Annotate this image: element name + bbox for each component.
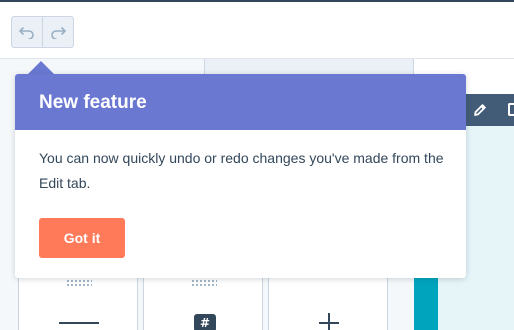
undo-icon [19, 27, 35, 39]
undo-redo-group [11, 16, 74, 48]
drag-handle-icon[interactable] [191, 279, 217, 287]
redo-button[interactable] [42, 17, 73, 47]
popover-title: New feature [39, 92, 147, 113]
got-it-button[interactable]: Got it [39, 218, 125, 258]
plus-icon-bar [319, 322, 339, 324]
popover-header: New feature [15, 74, 466, 130]
clone-icon[interactable] [508, 103, 514, 116]
hash-icon: # [194, 314, 216, 330]
popover-body-text: You can now quickly undo or redo changes… [39, 150, 444, 191]
redo-icon [51, 27, 67, 39]
pencil-icon[interactable] [472, 102, 488, 118]
divider-icon [59, 322, 99, 324]
popover-arrow [28, 61, 54, 74]
editor-toolbar [0, 2, 514, 59]
preview-teal-section [414, 270, 438, 330]
new-feature-popover: New feature You can now quickly undo or … [15, 74, 466, 278]
drag-handle-icon[interactable] [66, 279, 92, 287]
undo-button[interactable] [12, 17, 42, 47]
